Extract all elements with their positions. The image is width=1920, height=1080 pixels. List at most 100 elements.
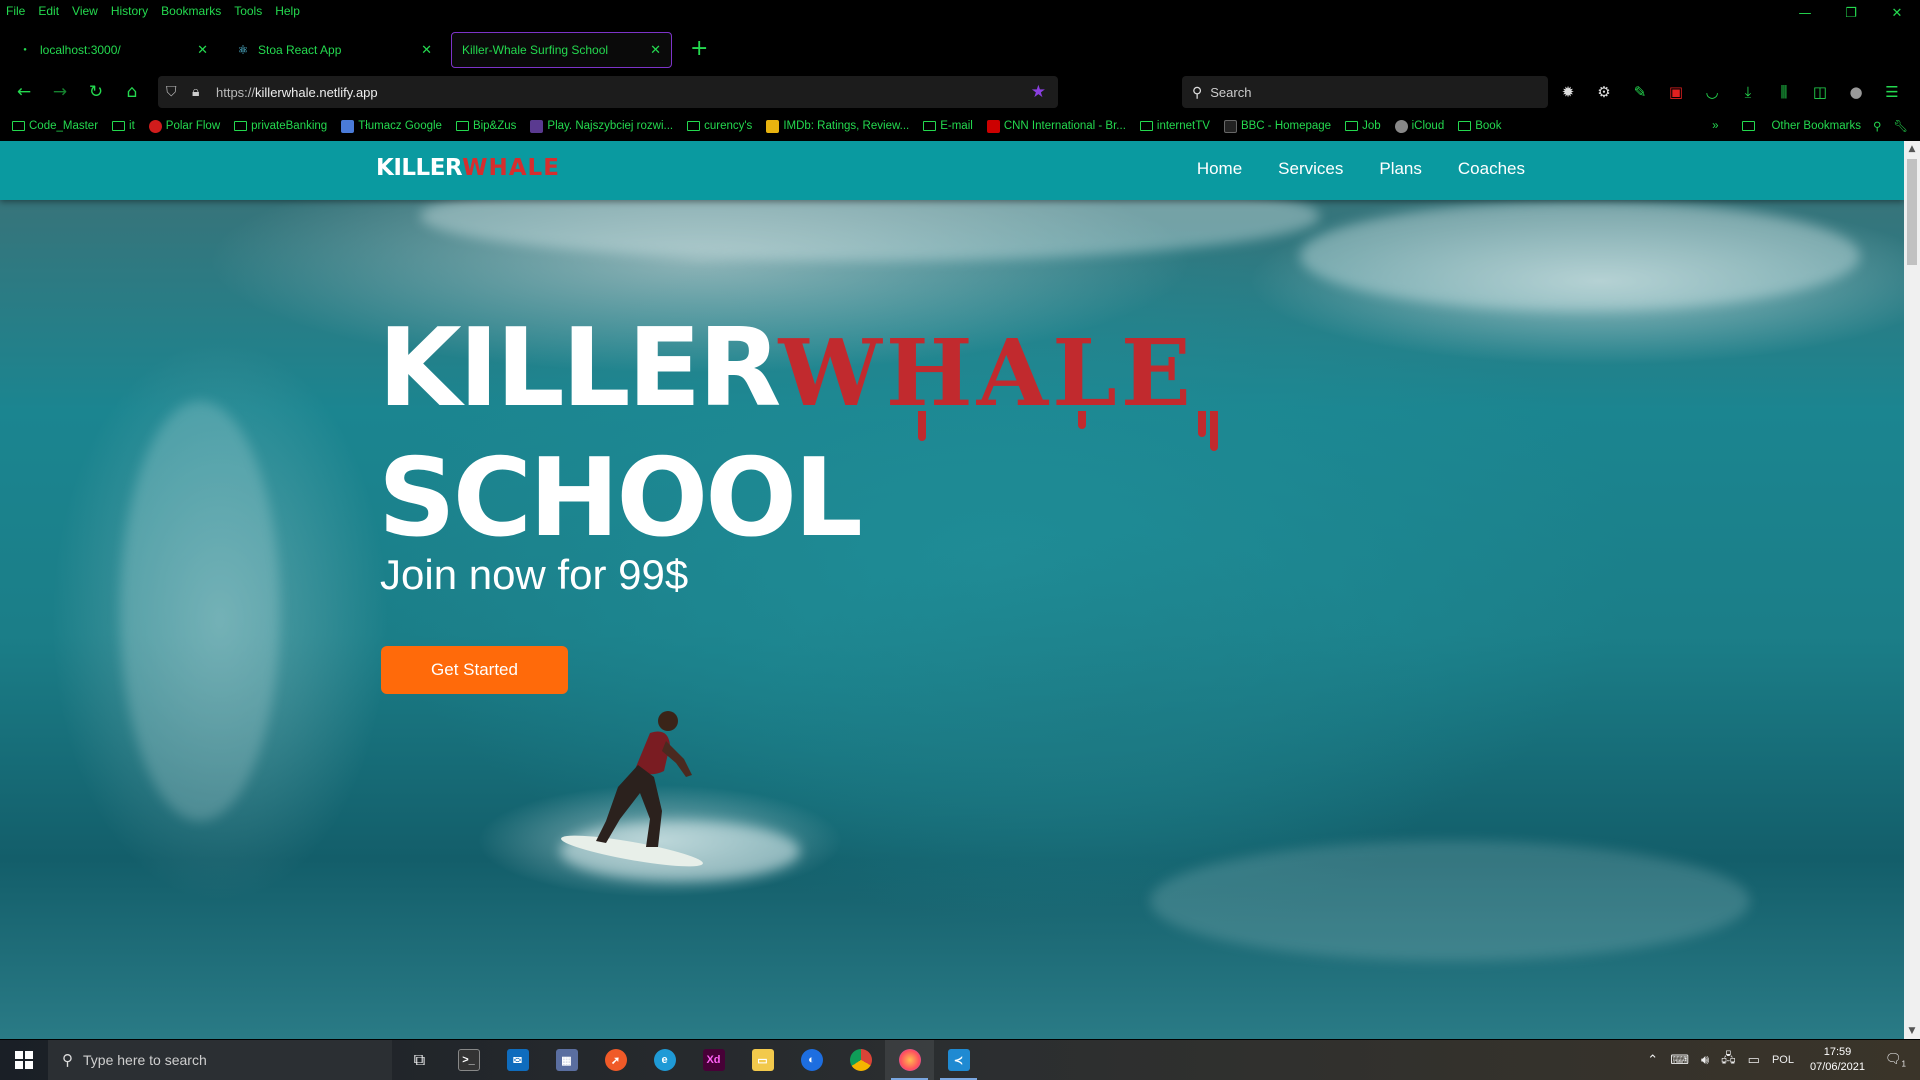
menu-edit[interactable]: Edit — [38, 4, 59, 18]
firefox-dev-icon[interactable]: ◐ — [787, 1040, 836, 1080]
volume-icon[interactable]: 🔊︎ — [1701, 1052, 1709, 1068]
pinned-apps: ⧉ >_ ✉ ▦ ➚ e Xd ▭ ◐ ≺ — [395, 1040, 983, 1080]
bookmark-folder[interactable]: it — [112, 120, 135, 132]
terminal-icon[interactable]: >_ — [444, 1040, 493, 1080]
lock-icon[interactable]: 🔒︎ — [192, 84, 199, 100]
bookmark-folder[interactable]: E-mail — [923, 120, 973, 132]
menu-help[interactable]: Help — [275, 4, 300, 18]
library-icon[interactable]: ⫼ — [1766, 80, 1802, 104]
bookmark-site[interactable]: IMDb: Ratings, Review... — [766, 119, 909, 133]
scroll-down-icon[interactable]: ▼ — [1904, 1023, 1920, 1039]
adobe-xd-icon[interactable]: Xd — [689, 1040, 738, 1080]
tab-close-icon[interactable]: ✕ — [421, 42, 432, 58]
site-logo[interactable]: KILLERWHALE — [376, 155, 560, 181]
mail-icon[interactable]: ✉ — [493, 1040, 542, 1080]
bookmark-site[interactable]: Polar Flow — [148, 119, 220, 133]
get-started-button[interactable]: Get Started — [381, 646, 568, 694]
bookmark-folder[interactable]: Job — [1345, 120, 1381, 132]
reload-icon[interactable]: ↻ — [84, 80, 108, 104]
firefox-icon[interactable] — [885, 1040, 934, 1080]
calculator-icon[interactable]: ▦ — [542, 1040, 591, 1080]
task-view-icon[interactable]: ⧉ — [395, 1040, 444, 1080]
tab-close-icon[interactable]: ✕ — [650, 42, 661, 58]
hero-killer: KILLER — [378, 306, 781, 431]
bookmark-folder[interactable]: internetTV — [1139, 120, 1210, 132]
vscode-icon[interactable]: ≺ — [934, 1040, 983, 1080]
tab-localhost[interactable]: ● localhost:3000/ ✕ — [8, 32, 218, 68]
address-bar[interactable]: ⛉ 🔒︎ https://killerwhale.netlify.app ★ — [158, 76, 1058, 108]
other-bookmarks[interactable]: Other Bookmarks — [1730, 120, 1861, 132]
folder-icon — [687, 121, 701, 131]
settings-gear-icon[interactable]: ⚙ — [1586, 80, 1622, 104]
pocket-icon[interactable]: ◡ — [1694, 80, 1730, 104]
bookmark-folder[interactable]: curency's — [687, 120, 752, 132]
react-icon: ⚛ — [237, 43, 249, 57]
menu-view[interactable]: View — [72, 4, 98, 18]
nav-coaches[interactable]: Coaches — [1458, 159, 1525, 179]
menu-history[interactable]: History — [111, 4, 148, 18]
nav-plans[interactable]: Plans — [1379, 159, 1422, 179]
restore-icon[interactable]: ❐ — [1828, 0, 1874, 26]
camera-icon[interactable]: ⌨ — [1670, 1052, 1689, 1068]
bookmark-folder[interactable]: privateBanking — [234, 120, 327, 132]
account-icon[interactable]: ● — [1838, 80, 1874, 104]
page-scrollbar[interactable]: ▲ ▼ — [1904, 141, 1920, 1039]
bookmark-site[interactable]: Play. Najszybciej rozwi... — [530, 119, 673, 133]
tracking-shield-icon[interactable]: ⛉ — [166, 84, 177, 100]
notification-count: 1 — [1901, 1059, 1906, 1069]
swift-app-icon[interactable]: ➚ — [591, 1040, 640, 1080]
bookmark-folder[interactable]: Code_Master — [12, 120, 98, 132]
start-button[interactable] — [0, 1040, 48, 1080]
downloads-icon[interactable]: ⤓ — [1730, 80, 1766, 104]
apple-icon — [1394, 119, 1408, 133]
extension-icon[interactable]: ✹ — [1550, 80, 1586, 104]
search-icon[interactable]: ⚲ — [1873, 119, 1881, 133]
bookmark-star-icon[interactable]: ★ — [1031, 82, 1046, 102]
url-text[interactable]: https://killerwhale.netlify.app — [216, 85, 378, 100]
language-indicator[interactable]: POL — [1772, 1054, 1794, 1066]
blood-drip — [1198, 411, 1207, 437]
menu-file[interactable]: File — [6, 4, 25, 18]
nav-services[interactable]: Services — [1278, 159, 1343, 179]
system-tray: ⌃ ⌨ 🔊︎ 🖧 ▭ POL 17:59 07/06/2021 🗨︎1 — [1641, 1040, 1920, 1080]
close-icon[interactable]: ✕ — [1874, 0, 1920, 26]
bookmark-site[interactable]: BBC - Homepage — [1223, 119, 1331, 133]
new-tab-plus-icon[interactable]: + — [690, 38, 708, 60]
tab-close-icon[interactable]: ✕ — [197, 42, 208, 58]
scroll-up-icon[interactable]: ▲ — [1904, 141, 1920, 157]
notifications-icon[interactable]: 🗨︎1 — [1885, 1051, 1906, 1069]
chevron-double-right-icon[interactable]: » — [1712, 120, 1718, 132]
tab-killer-whale[interactable]: Killer-Whale Surfing School ✕ — [451, 32, 672, 68]
file-explorer-icon[interactable]: ▭ — [738, 1040, 787, 1080]
search-icon: ⚲ — [1192, 83, 1203, 100]
nav-home[interactable]: Home — [1197, 159, 1242, 179]
tab-stoa-react-app[interactable]: ⚛ Stoa React App ✕ — [226, 32, 442, 68]
edge-icon[interactable]: e — [640, 1040, 689, 1080]
back-arrow-icon[interactable]: ← — [12, 80, 36, 104]
home-icon[interactable]: ⌂ — [120, 80, 144, 104]
search-bar[interactable]: ⚲ Search — [1182, 76, 1548, 108]
bookmark-folder[interactable]: Bip&Zus — [455, 120, 516, 132]
menu-bookmarks[interactable]: Bookmarks — [161, 4, 221, 18]
bookmark-label: CNN International - Br... — [1003, 120, 1126, 132]
taskbar-search[interactable]: ⚲ Type here to search — [48, 1040, 392, 1080]
wrench-icon[interactable]: 🔧︎ — [1893, 119, 1908, 133]
sidebar-icon[interactable]: ◫ — [1802, 80, 1838, 104]
network-icon[interactable]: 🖧 — [1721, 1049, 1736, 1071]
bookmark-folder[interactable]: Book — [1458, 120, 1501, 132]
hero-tagline: Join now for 99$ — [380, 551, 689, 598]
hamburger-menu-icon[interactable]: ☰ — [1874, 80, 1910, 104]
menu-tools[interactable]: Tools — [234, 4, 262, 18]
eyedropper-icon[interactable]: ✎ — [1622, 80, 1658, 104]
bookmark-site[interactable]: iCloud — [1394, 119, 1444, 133]
chevron-up-icon[interactable]: ⌃ — [1647, 1052, 1658, 1068]
chrome-icon[interactable] — [836, 1040, 885, 1080]
battery-icon[interactable]: ▭ — [1748, 1052, 1760, 1068]
forward-arrow-icon[interactable]: → — [48, 80, 72, 104]
bookmark-site[interactable]: CNN International - Br... — [986, 119, 1126, 133]
pdf-extension-icon[interactable]: ▣ — [1658, 80, 1694, 104]
minimize-icon[interactable]: — — [1782, 0, 1828, 26]
scroll-thumb[interactable] — [1907, 159, 1917, 265]
bookmark-site[interactable]: Tłumacz Google — [341, 119, 442, 133]
clock[interactable]: 17:59 07/06/2021 — [1810, 1045, 1865, 1075]
